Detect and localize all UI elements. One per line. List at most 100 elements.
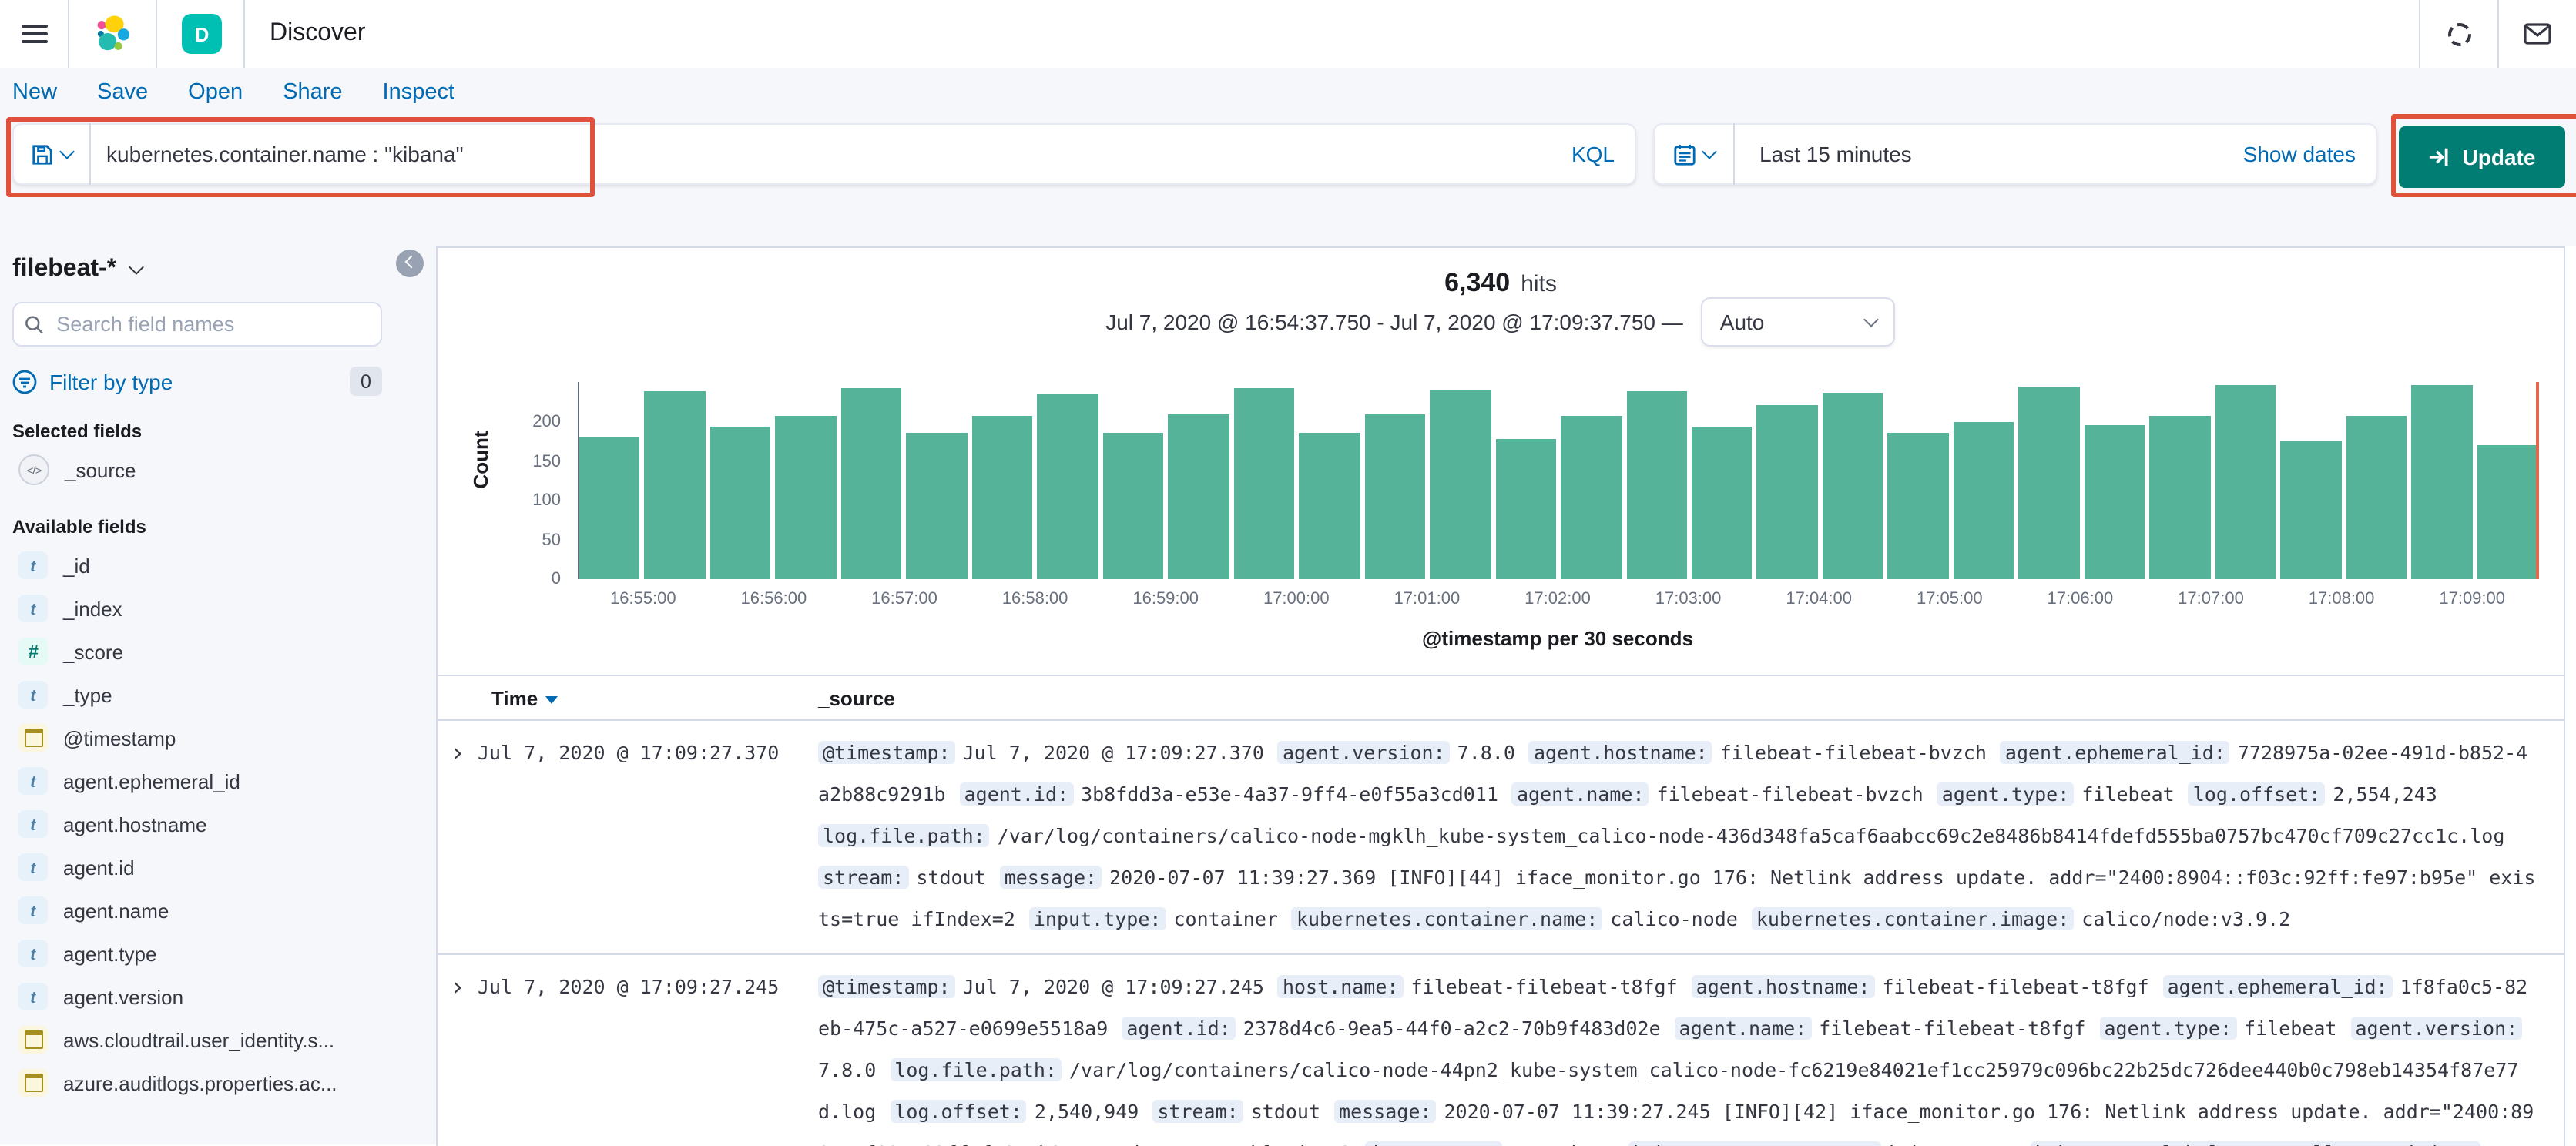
histogram-bar[interactable] bbox=[1822, 393, 1883, 579]
nav-link-new[interactable]: New bbox=[12, 80, 57, 105]
histogram-bar[interactable] bbox=[1953, 422, 2014, 579]
nav-link-label: Save bbox=[97, 80, 149, 105]
y-tick-label: 50 bbox=[542, 531, 562, 549]
field-item-azure.auditlogs.properties.ac...[interactable]: azure.auditlogs.properties.ac... bbox=[12, 1061, 436, 1104]
histogram-bar[interactable] bbox=[1102, 433, 1164, 579]
elastic-home-button[interactable] bbox=[69, 0, 156, 68]
histogram-bar[interactable] bbox=[1299, 433, 1360, 579]
expand-row-icon[interactable]: › bbox=[453, 732, 478, 773]
histogram-bar[interactable] bbox=[2215, 385, 2276, 579]
menu-button[interactable] bbox=[0, 0, 68, 68]
date-field-icon bbox=[18, 1069, 48, 1097]
field-item-_type[interactable]: t _type bbox=[12, 673, 436, 716]
field-item-agent.hostname[interactable]: t agent.hostname bbox=[12, 803, 436, 846]
field-item-agent.id[interactable]: t agent.id bbox=[12, 846, 436, 889]
histogram-bar[interactable] bbox=[971, 416, 1033, 579]
histogram-bar[interactable] bbox=[709, 427, 771, 579]
field-badge: log.offset: bbox=[890, 1100, 1027, 1123]
histogram-bar[interactable] bbox=[2084, 425, 2145, 579]
kql-language-button[interactable]: KQL bbox=[1571, 142, 1636, 166]
update-button[interactable]: Update bbox=[2399, 126, 2565, 188]
field-item-_source[interactable]: </> _source bbox=[12, 448, 436, 491]
query-bar: KQL bbox=[12, 123, 1636, 185]
filter-count-badge: 0 bbox=[350, 367, 382, 396]
field-search-input[interactable] bbox=[53, 311, 370, 337]
nav-link-save[interactable]: Save bbox=[97, 80, 148, 105]
histogram-bar[interactable] bbox=[1756, 405, 1818, 579]
chevron-down-icon bbox=[1863, 312, 1880, 327]
field-name: azure.auditlogs.properties.ac... bbox=[63, 1071, 337, 1094]
histogram-bar[interactable] bbox=[840, 388, 902, 579]
field-badge: @timestamp: bbox=[818, 741, 955, 764]
field-badge: kubernetes.container.name: bbox=[1291, 907, 1603, 930]
saved-query-menu-button[interactable] bbox=[12, 123, 91, 185]
field-item-agent.name[interactable]: t agent.name bbox=[12, 889, 436, 932]
field-item-agent.version[interactable]: t agent.version bbox=[12, 975, 436, 1018]
histogram-bar[interactable] bbox=[1168, 414, 1229, 579]
histogram-bar[interactable] bbox=[2346, 416, 2407, 579]
histogram-bar[interactable] bbox=[2411, 385, 2473, 579]
index-pattern-switcher[interactable]: filebeat-* bbox=[12, 256, 436, 283]
quick-select-time-button[interactable] bbox=[1653, 123, 1735, 185]
field-item-agent.type[interactable]: t agent.type bbox=[12, 932, 436, 975]
filter-by-type-button[interactable]: Filter by type bbox=[49, 369, 173, 394]
newsfeed-button[interactable] bbox=[2499, 0, 2576, 68]
histogram-bar[interactable] bbox=[1495, 439, 1557, 579]
filter-by-type-row: Filter by type 0 bbox=[12, 367, 382, 396]
histogram-bar[interactable] bbox=[1364, 414, 1426, 579]
histogram-bar[interactable] bbox=[775, 416, 837, 579]
show-dates-button[interactable]: Show dates bbox=[2243, 142, 2377, 166]
field-value: 7.8.0 bbox=[1457, 741, 1515, 764]
string-field-icon: t bbox=[18, 810, 48, 838]
discover-app-badge[interactable]: D bbox=[182, 14, 222, 54]
histogram-bar[interactable] bbox=[1691, 427, 1753, 579]
field-value: Jul 7, 2020 @ 17:09:27.245 bbox=[962, 975, 1264, 998]
histogram-bar[interactable] bbox=[1887, 433, 1949, 579]
nav-link-label: Open bbox=[188, 80, 243, 105]
available-fields-list: t _id t _index # _score t _type @timesta… bbox=[12, 544, 436, 1104]
histogram-bar[interactable] bbox=[2280, 441, 2342, 579]
expand-row-icon[interactable]: › bbox=[453, 966, 478, 1007]
histogram-bar[interactable] bbox=[2018, 387, 2080, 579]
chart-subheader: Jul 7, 2020 @ 16:54:37.750 - Jul 7, 2020… bbox=[438, 297, 2564, 347]
field-badge: agent.hostname: bbox=[1528, 741, 1712, 764]
histogram-bar[interactable] bbox=[1626, 391, 1687, 579]
histogram-bar[interactable] bbox=[2149, 416, 2211, 579]
field-value: filebeat-filebeat-bvzch bbox=[1656, 782, 1924, 806]
field-value: filebeat-filebeat-t8fgf bbox=[1882, 975, 2149, 998]
field-item-_index[interactable]: t _index bbox=[12, 587, 436, 630]
field-value: container bbox=[1173, 907, 1278, 930]
row-source: @timestamp: Jul 7, 2020 @ 17:09:27.370 age… bbox=[818, 732, 2539, 953]
field-item-@timestamp[interactable]: @timestamp bbox=[12, 716, 436, 759]
x-tick-label: 17:07:00 bbox=[2178, 590, 2244, 608]
x-tick-label: 17:01:00 bbox=[1394, 590, 1461, 608]
histogram-bar[interactable] bbox=[1233, 388, 1295, 579]
histogram-bar[interactable] bbox=[644, 391, 706, 579]
query-input[interactable] bbox=[91, 140, 1065, 168]
field-badge: agent.version: bbox=[2350, 1017, 2523, 1040]
histogram-bar[interactable] bbox=[1037, 394, 1098, 579]
x-tick-label: 16:58:00 bbox=[1001, 590, 1068, 608]
field-item-_id[interactable]: t _id bbox=[12, 544, 436, 587]
nav-link-open[interactable]: Open bbox=[188, 80, 243, 105]
histogram-bar[interactable] bbox=[2477, 445, 2538, 579]
collapse-sidebar-button[interactable] bbox=[396, 250, 424, 277]
histogram-bar[interactable] bbox=[1430, 390, 1491, 579]
field-badge: agent.name: bbox=[1674, 1017, 1812, 1040]
histogram-bar[interactable] bbox=[579, 437, 640, 579]
nav-link-inspect[interactable]: Inspect bbox=[383, 80, 455, 105]
nav-link-share[interactable]: Share bbox=[283, 80, 342, 105]
chart-time-range: Jul 7, 2020 @ 16:54:37.750 - Jul 7, 2020… bbox=[1105, 310, 1683, 334]
help-button[interactable] bbox=[2420, 0, 2497, 68]
histogram-bar[interactable] bbox=[906, 433, 968, 579]
time-column-header[interactable]: Time bbox=[491, 686, 818, 709]
x-tick-label: 17:00:00 bbox=[1263, 590, 1330, 608]
field-item-agent.ephemeral_id[interactable]: t agent.ephemeral_id bbox=[12, 759, 436, 803]
doc-table-body: › Jul 7, 2020 @ 17:09:27.370 @timestamp:… bbox=[438, 721, 2564, 1146]
interval-select[interactable]: Auto bbox=[1701, 297, 1896, 347]
field-item-aws.cloudtrail.user_identity.s...[interactable]: aws.cloudtrail.user_identity.s... bbox=[12, 1018, 436, 1061]
calendar-icon bbox=[1673, 143, 1695, 165]
histogram-bar[interactable] bbox=[1561, 416, 1622, 579]
field-item-_score[interactable]: # _score bbox=[12, 630, 436, 673]
time-range-display[interactable]: Last 15 minutes bbox=[1759, 142, 1912, 166]
